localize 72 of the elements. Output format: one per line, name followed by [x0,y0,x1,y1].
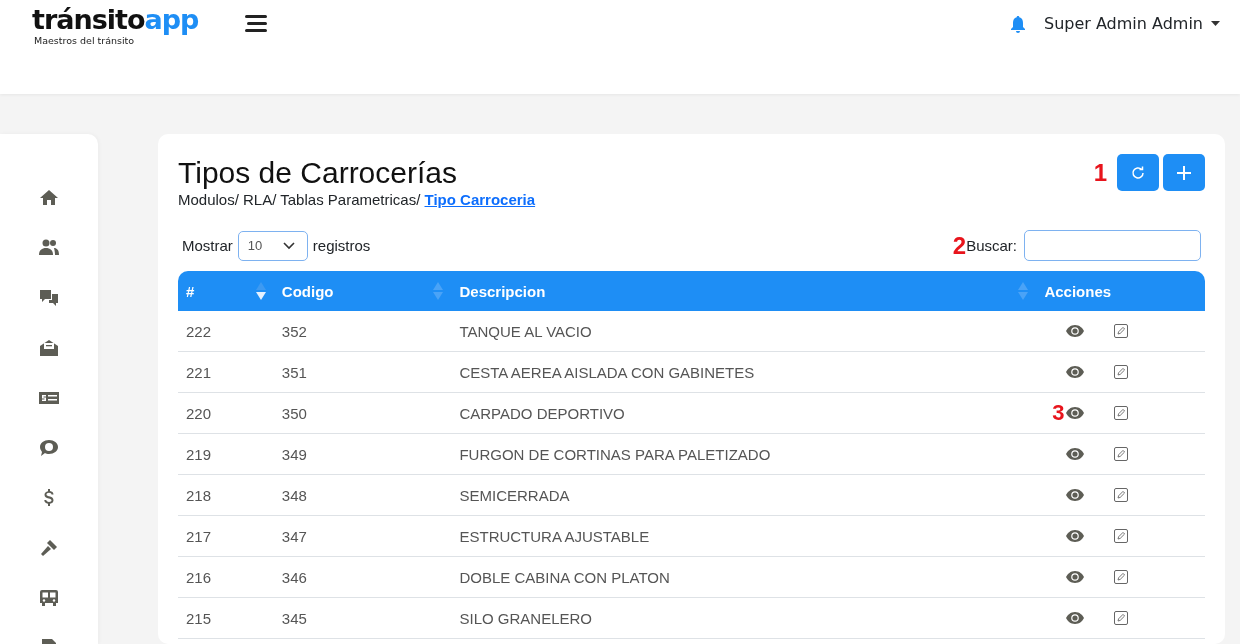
table-cell: 348 [273,474,452,516]
caret-icon [1211,21,1220,26]
records-label: registros [312,237,371,254]
table-cell: 221 [178,351,274,393]
table-cell: 222 [178,311,274,352]
table-cell: 215 [178,597,274,639]
logo-text[interactable]: tránsitoapp [32,4,199,36]
breadcrumb-link[interactable]: Tipo Carroceria [424,191,536,208]
table-cell: FURGON DE CORTINAS PARA PALETIZADO [451,433,1037,475]
table-cell: 352 [273,311,452,352]
table-cell: 217 [178,515,274,557]
envelope-icon[interactable] [39,338,59,358]
view-icon[interactable] [1066,571,1085,583]
table-cell: SEMICERRADA [451,474,1037,516]
gavel-icon[interactable] [39,538,59,558]
table-cell: 220 [178,392,274,434]
table-cell: ESTRUCTURA AJUSTABLE [451,515,1037,557]
logo-tagline: Maestros del tránsito [34,36,136,46]
view-icon[interactable] [1066,407,1085,419]
plus-icon [1176,164,1192,181]
home-icon[interactable] [39,188,59,208]
table-cell: 346 [273,556,452,598]
column-header[interactable]: # [178,271,274,311]
edit-icon[interactable] [1114,529,1129,543]
breadcrumb-text: Modulos/ RLA/ Tablas Parametricas/ [178,191,422,208]
edit-icon[interactable] [1114,406,1129,420]
users-icon[interactable] [39,238,59,258]
table-cell: 349 [273,433,452,475]
annotation-number: 3 [1051,400,1065,426]
refresh-button[interactable] [1117,154,1159,191]
table-cell: 350 [273,392,452,434]
view-icon[interactable] [1066,489,1085,501]
annotation-number: 1 [1093,158,1107,187]
table-cell: 219 [178,433,274,475]
view-icon[interactable] [1066,448,1085,460]
edit-icon[interactable] [1114,488,1129,502]
edit-icon[interactable] [1114,570,1129,584]
refresh-icon [1130,164,1146,181]
table-cell: CESTA AEREA AISLADA CON GABINETES [451,351,1037,393]
table-cell: 345 [273,597,452,639]
table-cell: SILO GRANELERO [451,597,1037,639]
table-cell: CARPADO DEPORTIVO [451,392,1037,434]
edit-icon[interactable] [1114,447,1129,461]
column-header[interactable]: Codigo [273,271,452,311]
column-header[interactable]: Descripcion [451,271,1037,311]
bell-icon[interactable] [1009,14,1026,33]
search-field[interactable] [1024,230,1201,261]
view-icon[interactable] [1066,530,1085,542]
page-title: Tipos de Carrocerías [178,156,458,190]
table-cell: 347 [273,515,452,557]
chevron-down-icon [282,241,295,250]
table-cell: 218 [178,474,274,516]
chat-question-icon[interactable] [39,288,59,308]
view-icon[interactable] [1066,612,1085,624]
table-cell: 351 [273,351,452,393]
column-header[interactable]: Acciones [1036,271,1205,311]
edit-icon[interactable] [1114,365,1129,379]
edit-icon[interactable] [1114,611,1129,625]
table-cell: DOBLE CABINA CON PLATON [451,556,1037,598]
show-label: Mostrar [182,237,233,254]
user-menu[interactable]: Super Admin Admin [1043,14,1220,33]
sort-ascending-icon[interactable] [255,282,266,300]
annotation-number: 2 [952,231,967,260]
view-icon[interactable] [1066,366,1085,378]
add-button[interactable] [1163,154,1205,191]
table-cell: 216 [178,556,274,598]
table-cell: TANQUE AL VACIO [451,311,1037,352]
view-icon[interactable] [1066,325,1085,337]
page-size-select[interactable]: 10 [237,230,308,261]
search-label: Buscar: [966,237,1017,254]
edit-icon[interactable] [1114,324,1129,338]
bus-icon[interactable] [39,588,59,608]
